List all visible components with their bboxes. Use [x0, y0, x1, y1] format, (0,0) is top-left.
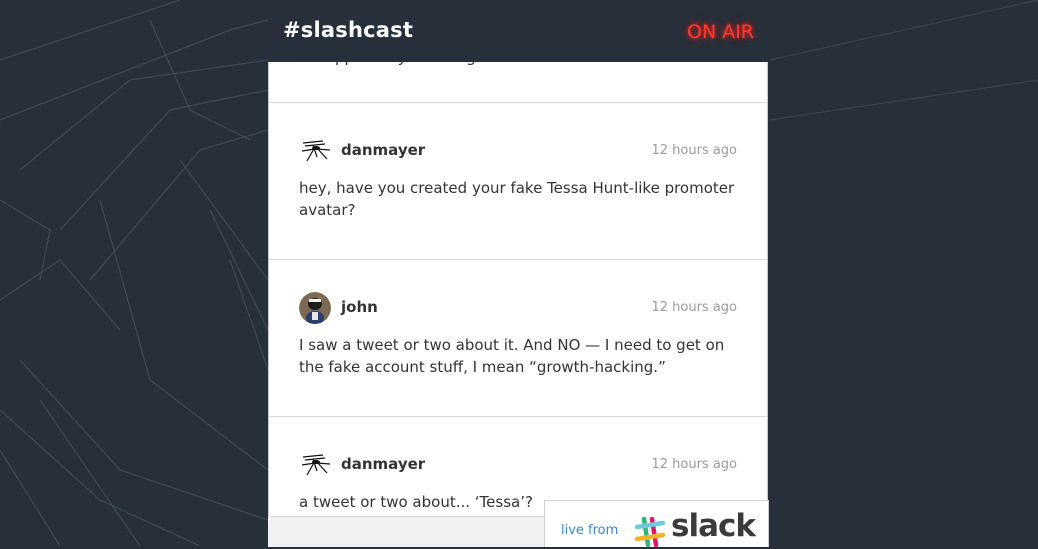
message-text: hey, have you created your fake Tessa Hu… — [299, 179, 735, 219]
chat-panel: it's apparently catching on d — [268, 0, 768, 546]
slack-badge[interactable]: live from slack — [544, 500, 769, 548]
timestamp: 12 hours ago — [651, 300, 737, 315]
live-from-label: live from — [561, 523, 619, 538]
author-name[interactable]: danmayer — [341, 455, 425, 473]
message-text: I saw a tweet or two about it. And NO — … — [299, 336, 725, 376]
message-item: danmayer 12 hours ago hey, have you crea… — [269, 102, 767, 221]
message-item: danmayer 12 hours ago a tweet or two abo… — [269, 416, 767, 513]
user-avatar[interactable] — [299, 292, 331, 324]
timestamp: 12 hours ago — [651, 457, 737, 472]
timestamp: 12 hours ago — [651, 143, 737, 158]
author-name[interactable]: danmayer — [341, 141, 425, 159]
author-name[interactable]: john — [341, 298, 378, 316]
mosquito-icon — [299, 135, 331, 167]
channel-header: #slashcast ON AIR — [268, 0, 768, 62]
message-item: john 12 hours ago I saw a tweet or two a… — [269, 259, 767, 378]
mosquito-icon — [299, 449, 331, 481]
slack-wordmark: slack — [671, 508, 756, 544]
channel-title: #slashcast — [283, 18, 414, 42]
on-air-indicator: ON AIR — [686, 21, 754, 43]
slack-logo-icon — [634, 516, 666, 548]
